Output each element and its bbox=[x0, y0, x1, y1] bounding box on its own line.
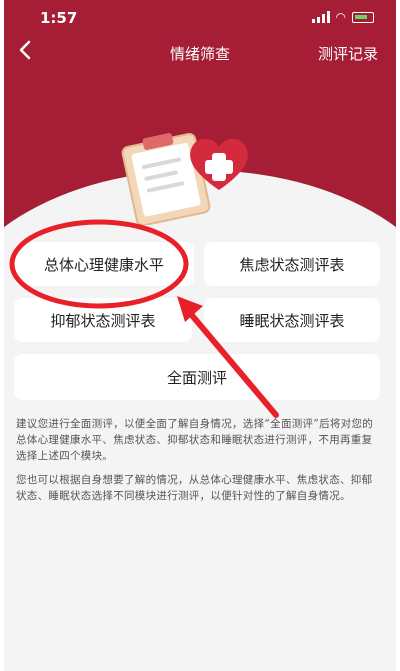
anxiety-assessment-button[interactable]: 焦虑状态测评表 bbox=[204, 242, 380, 286]
depression-assessment-button[interactable]: 抑郁状态测评表 bbox=[14, 298, 192, 342]
sleep-assessment-button[interactable]: 睡眠状态测评表 bbox=[204, 298, 380, 342]
overall-mental-health-label: 总体心理健康水平 bbox=[43, 255, 164, 274]
full-assessment-button[interactable]: 全面测评 bbox=[14, 354, 380, 400]
nav-bar: 情绪筛查 测评记录 bbox=[4, 38, 396, 68]
emotion-screening-screen: 1:57 ◠ 情绪筛查 测评记录 总体心理健康水平 焦虑状态测评表 抑郁状态测评… bbox=[4, 0, 396, 671]
battery-icon bbox=[352, 11, 374, 23]
overall-mental-health-button[interactable]: 总体心理健康水平 bbox=[14, 242, 194, 286]
description-paragraph-2: 您也可以根据自身想要了解的情况，从总体心理健康水平、焦虑状态、抑郁状态、睡眠状态… bbox=[16, 474, 373, 502]
full-assessment-label: 全面测评 bbox=[166, 368, 227, 387]
anxiety-assessment-label: 焦虑状态测评表 bbox=[239, 255, 345, 274]
depression-assessment-label: 抑郁状态测评表 bbox=[50, 311, 156, 330]
wifi-icon: ◠ bbox=[335, 10, 346, 24]
assessment-records-link[interactable]: 测评记录 bbox=[318, 43, 378, 64]
sleep-assessment-label: 睡眠状态测评表 bbox=[239, 311, 345, 330]
status-bar: 1:57 ◠ bbox=[4, 0, 396, 34]
status-time: 1:57 bbox=[40, 9, 78, 27]
header-illustration bbox=[121, 132, 248, 225]
description-paragraph-1: 建议您进行全面测评，以便全面了解自身情况，选择“全面测评”后将对您的总体心理健康… bbox=[16, 418, 374, 462]
status-icons: ◠ bbox=[311, 10, 374, 24]
signal-icon bbox=[311, 11, 330, 23]
